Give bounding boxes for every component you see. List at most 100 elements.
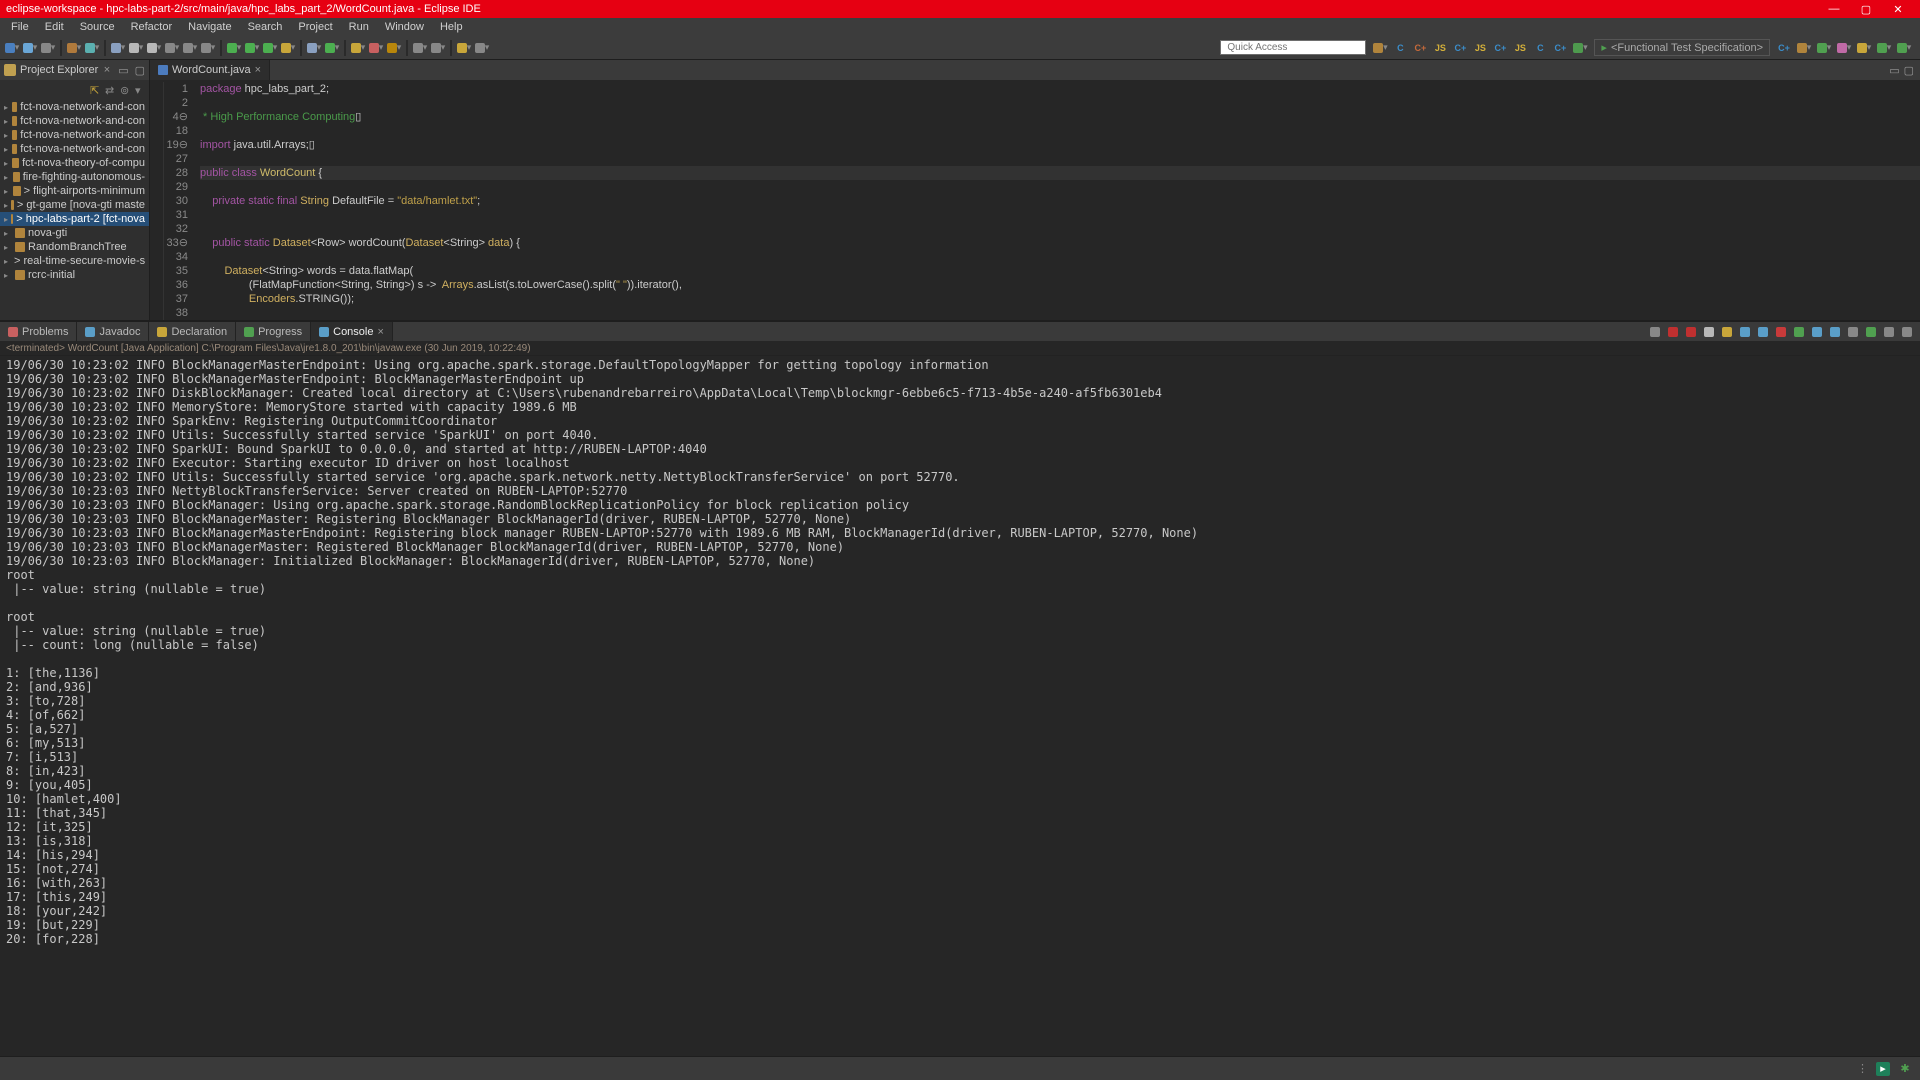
display-icon[interactable] (1774, 325, 1788, 339)
c4-icon[interactable]: C (1532, 40, 1548, 56)
scroll-lock-icon[interactable] (1720, 325, 1734, 339)
close-button[interactable]: ✕ (1882, 3, 1914, 16)
editor-min-icon[interactable]: ▭ (1889, 64, 1899, 77)
menu-run[interactable]: Run (342, 20, 376, 34)
sidebar-item-6[interactable]: ▸> flight-airports-minimum (0, 184, 149, 198)
save-all-icon[interactable]: ▾ (40, 40, 56, 56)
redo-icon[interactable]: ▾ (146, 40, 162, 56)
maximize-view-icon[interactable]: ▢ (135, 64, 145, 77)
quick-access-input[interactable] (1220, 40, 1366, 55)
nav2-icon[interactable]: ▾ (430, 40, 446, 56)
c2-icon[interactable]: C+ (1452, 40, 1468, 56)
minimize-button[interactable]: — (1818, 3, 1850, 15)
nav-icon[interactable]: ▾ (412, 40, 428, 56)
menu-file[interactable]: File (4, 20, 36, 34)
close-icon[interactable]: × (104, 64, 110, 76)
ext-tools-icon[interactable]: ▾ (306, 40, 322, 56)
coverage-icon[interactable]: ▾ (262, 40, 278, 56)
close-tab-icon[interactable]: × (255, 64, 261, 76)
word-wrap-icon[interactable] (1738, 325, 1752, 339)
run-last-icon[interactable]: ▾ (280, 40, 296, 56)
terminate-icon[interactable] (1648, 325, 1662, 339)
menu-window[interactable]: Window (378, 20, 431, 34)
undo-icon[interactable]: ▾ (128, 40, 144, 56)
clear-icon[interactable] (1702, 325, 1716, 339)
back-icon[interactable]: ▾ (456, 40, 472, 56)
new-icon[interactable]: ▾ (4, 40, 20, 56)
a-icon[interactable]: ▾ (164, 40, 180, 56)
b-icon[interactable]: ▾ (182, 40, 198, 56)
sidebar-item-4[interactable]: ▸fct-nova-theory-of-compu (0, 156, 149, 170)
menu-edit[interactable]: Edit (38, 20, 71, 34)
link-icon[interactable]: ▾ (110, 40, 126, 56)
open-type-icon[interactable]: ▾ (84, 40, 100, 56)
search-icon[interactable]: ▾ (350, 40, 366, 56)
git-persp-icon[interactable]: ▾ (1836, 40, 1852, 56)
menu-project[interactable]: Project (291, 20, 339, 34)
sidebar-item-1[interactable]: ▸fct-nova-network-and-con (0, 114, 149, 128)
tab-problems[interactable]: Problems (0, 322, 77, 341)
bug3-persp-icon[interactable]: ▾ (1896, 40, 1912, 56)
debug-persp-icon[interactable]: ▾ (1816, 40, 1832, 56)
menu-navigate[interactable]: Navigate (181, 20, 238, 34)
magnify-icon[interactable]: ▾ (386, 40, 402, 56)
debug-icon[interactable]: ▾ (226, 40, 242, 56)
cpp-icon[interactable]: C+ (1412, 40, 1428, 56)
c5-icon[interactable]: C+ (1552, 40, 1568, 56)
code-editor[interactable]: 124⊖1819⊖27282930313233⊖3435363738 packa… (150, 80, 1920, 320)
sidebar-item-12[interactable]: ▸rcrc-initial (0, 268, 149, 282)
remove-all-icon[interactable] (1684, 325, 1698, 339)
collapse-all-icon[interactable]: ⇱ (90, 84, 100, 94)
sidebar-item-9[interactable]: ▸nova-gti (0, 226, 149, 240)
sidebar-item-7[interactable]: ▸> gt-game [nova-gti maste (0, 198, 149, 212)
menu-source[interactable]: Source (73, 20, 122, 34)
sidebar-item-2[interactable]: ▸fct-nova-network-and-con (0, 128, 149, 142)
js-icon[interactable]: JS (1432, 40, 1448, 56)
open-perspective-icon[interactable]: ▾ (1372, 40, 1388, 56)
editor-max-icon[interactable]: ▢ (1904, 64, 1914, 77)
maximize-button[interactable]: ▢ (1850, 3, 1882, 16)
js3-icon[interactable]: JS (1512, 40, 1528, 56)
m4-icon[interactable] (1864, 325, 1878, 339)
sidebar-item-10[interactable]: ▸RandomBranchTree (0, 240, 149, 254)
toggle-icon[interactable]: ▾ (368, 40, 384, 56)
sidebar-item-3[interactable]: ▸fct-nova-network-and-con (0, 142, 149, 156)
console-output[interactable]: 19/06/30 10:23:02 INFO BlockManagerMaste… (0, 356, 1920, 1056)
run-icon[interactable]: ▾ (244, 40, 260, 56)
status-bug-icon[interactable]: ✱ (1898, 1062, 1912, 1076)
tab-console[interactable]: Console× (311, 322, 393, 341)
focus-icon[interactable]: ⊚ (120, 84, 130, 94)
max-icon[interactable] (1900, 325, 1914, 339)
c3-icon[interactable]: C+ (1492, 40, 1508, 56)
perspective-fts[interactable]: ▸<Functional Test Specification> (1594, 39, 1770, 56)
tab-javadoc[interactable]: Javadoc (77, 322, 149, 341)
c-icon[interactable]: ▾ (200, 40, 216, 56)
c-icon[interactable]: C (1392, 40, 1408, 56)
menu-help[interactable]: Help (433, 20, 470, 34)
m2-icon[interactable] (1828, 325, 1842, 339)
java-persp-icon[interactable]: ▾ (1796, 40, 1812, 56)
tab-wordcount[interactable]: WordCount.java × (150, 60, 270, 80)
close-tab-icon[interactable]: × (377, 326, 383, 338)
forward-icon[interactable]: ▾ (474, 40, 490, 56)
sidebar-item-8[interactable]: ▸> hpc-labs-part-2 [fct-nova (0, 212, 149, 226)
sidebar-item-0[interactable]: ▸fct-nova-network-and-con (0, 100, 149, 114)
bug-icon[interactable]: ▾ (1572, 40, 1588, 56)
js2-icon[interactable]: JS (1472, 40, 1488, 56)
pin-icon[interactable] (1756, 325, 1770, 339)
x-persp-icon[interactable]: ▾ (1856, 40, 1872, 56)
minimize-view-icon[interactable]: ▭ (118, 64, 128, 77)
view-menu-icon[interactable]: ▾ (135, 84, 145, 94)
sidebar-item-5[interactable]: ▸fire-fighting-autonomous- (0, 170, 149, 184)
tab-progress[interactable]: Progress (236, 322, 311, 341)
new-java-icon[interactable]: ▾ (324, 40, 340, 56)
bug2-persp-icon[interactable]: ▾ (1876, 40, 1892, 56)
m1-icon[interactable] (1810, 325, 1824, 339)
remove-icon[interactable] (1666, 325, 1680, 339)
link-editor-icon[interactable]: ⇄ (105, 84, 115, 94)
menu-refactor[interactable]: Refactor (124, 20, 180, 34)
sidebar-item-11[interactable]: ▸> real-time-secure-movie-s (0, 254, 149, 268)
m3-icon[interactable] (1846, 325, 1860, 339)
save-icon[interactable]: ▾ (22, 40, 38, 56)
open-icon[interactable]: ▾ (66, 40, 82, 56)
